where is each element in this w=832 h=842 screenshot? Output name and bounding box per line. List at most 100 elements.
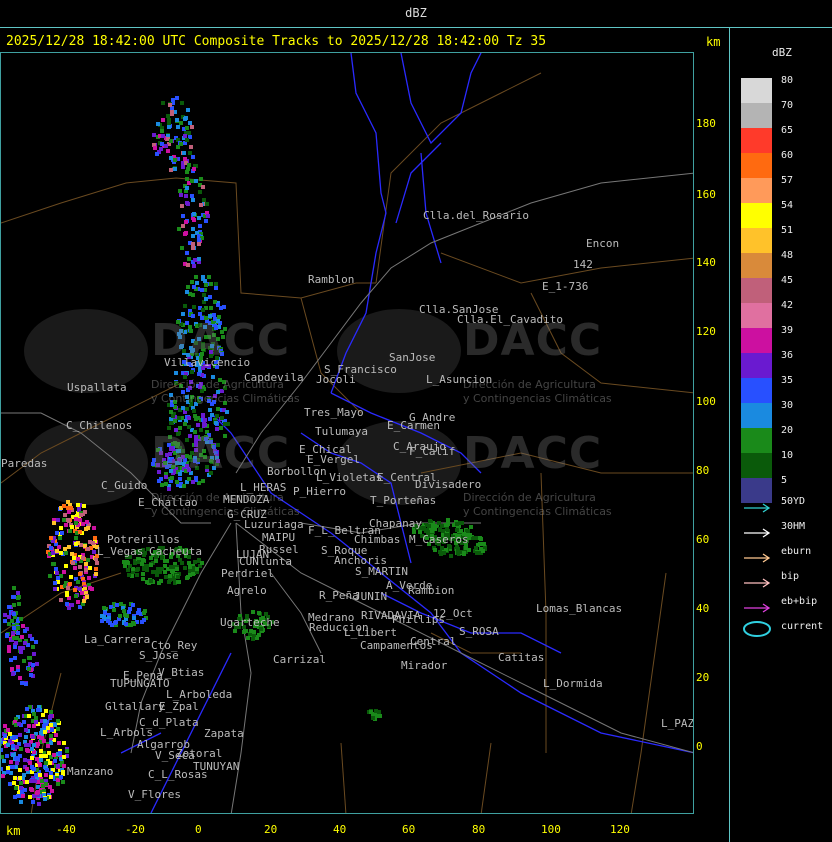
radar-pixel: [27, 724, 31, 728]
radar-pixel: [31, 645, 35, 649]
radar-pixel: [73, 566, 77, 570]
radar-pixel: [1, 774, 5, 778]
place-label: Jocoli: [316, 373, 356, 386]
radar-pixel: [74, 521, 78, 525]
radar-pixel: [171, 98, 175, 102]
radar-pixel: [153, 146, 157, 150]
radar-pixel: [88, 540, 92, 544]
place-label: Villavicencio: [164, 356, 251, 369]
radar-pixel: [136, 611, 140, 615]
radar-pixel: [173, 419, 177, 423]
radar-pixel: [49, 714, 53, 718]
radar-pixel: [197, 242, 201, 246]
radar-pixel: [6, 728, 10, 732]
radar-pixel: [196, 423, 200, 427]
place-label: S_Jose: [139, 649, 179, 662]
radar-pixel: [18, 646, 22, 650]
radar-pixel: [191, 572, 195, 576]
place-label: Clla.El_Cavadito: [457, 313, 563, 326]
radar-pixel: [16, 591, 20, 595]
radar-pixel: [50, 789, 54, 793]
radar-pixel: [176, 125, 180, 129]
y-tick-label: 100: [696, 395, 716, 408]
radar-pixel: [62, 755, 66, 759]
radar-pixel: [76, 557, 80, 561]
radar-pixel: [80, 591, 84, 595]
track-label: current: [781, 621, 824, 632]
x-tick-label: -40: [56, 823, 76, 836]
radar-pixel: [168, 103, 172, 107]
radar-pixel: [449, 554, 453, 558]
radar-pixel: [61, 780, 65, 784]
radar-pixel: [181, 224, 185, 228]
radar-pixel: [78, 565, 82, 569]
dbz-swatch: [741, 403, 772, 428]
radar-pixel: [113, 621, 117, 625]
radar-map[interactable]: DACC Dirección de Agricultura y Continge…: [0, 52, 694, 814]
legend-title: dBZ: [772, 46, 792, 59]
radar-pixel: [184, 220, 188, 224]
radar-pixel: [197, 257, 201, 261]
dbz-swatch: [741, 103, 772, 128]
radar-pixel: [187, 416, 191, 420]
radar-pixel: [13, 795, 17, 799]
place-label: Uspallata: [67, 381, 127, 394]
radar-pixel: [67, 510, 71, 514]
x-tick-label: 80: [472, 823, 486, 836]
radar-pixel: [27, 714, 31, 718]
radar-pixel: [7, 605, 11, 609]
radar-pixel: [7, 622, 11, 626]
radar-pixel: [5, 634, 9, 638]
place-label: Tulumaya: [315, 425, 368, 438]
radar-pixel: [178, 558, 182, 562]
radar-pixel: [187, 131, 191, 135]
radar-pixel: [95, 561, 99, 565]
radar-pixel: [455, 528, 459, 532]
radar-pixel: [369, 710, 373, 714]
place-label: La_Carrera: [84, 633, 151, 646]
radar-pixel: [474, 536, 478, 540]
radar-pixel: [33, 779, 37, 783]
radar-pixel: [204, 297, 208, 301]
place-label: Cacheuta: [149, 545, 202, 558]
place-label: Rambion: [408, 584, 455, 597]
radar-pixel: [127, 573, 131, 577]
radar-pixel: [179, 121, 183, 125]
radar-pixel: [19, 786, 23, 790]
radar-pixel: [49, 710, 53, 714]
radar-pixel: [12, 636, 16, 640]
radar-pixel: [371, 716, 375, 720]
place-label: L_Vegas: [97, 545, 144, 558]
radar-pixel: [6, 770, 10, 774]
radar-pixel: [160, 129, 164, 133]
radar-pixel: [455, 522, 459, 526]
radar-pixel: [8, 739, 12, 743]
radar-pixel: [28, 634, 32, 638]
radar-pixel: [244, 629, 248, 633]
radar-pixel: [36, 708, 40, 712]
radar-pixel: [185, 170, 189, 174]
radar-pixel: [460, 521, 464, 525]
radar-pixel: [126, 568, 130, 572]
radar-pixel: [43, 719, 47, 723]
radar-pixel: [210, 413, 214, 417]
radar-pixel: [164, 575, 168, 579]
place-label: 142: [573, 258, 593, 271]
radar-pixel: [182, 484, 186, 488]
x-tick-label: 0: [195, 823, 202, 836]
radar-pixel: [88, 586, 92, 590]
radar-pixel: [190, 125, 194, 129]
radar-pixel: [6, 743, 10, 747]
radar-pixel: [21, 624, 25, 628]
radar-pixel: [135, 568, 139, 572]
place-label: SanJose: [389, 351, 436, 364]
radar-pixel: [39, 749, 43, 753]
radar-pixel: [199, 203, 203, 207]
radar-pixel: [193, 258, 197, 262]
radar-pixel: [180, 101, 184, 105]
place-label: L_Violetas: [316, 471, 383, 484]
radar-pixel: [201, 308, 205, 312]
radar-pixel: [475, 551, 479, 555]
radar-pixel: [193, 560, 197, 564]
radar-pixel: [190, 280, 194, 284]
